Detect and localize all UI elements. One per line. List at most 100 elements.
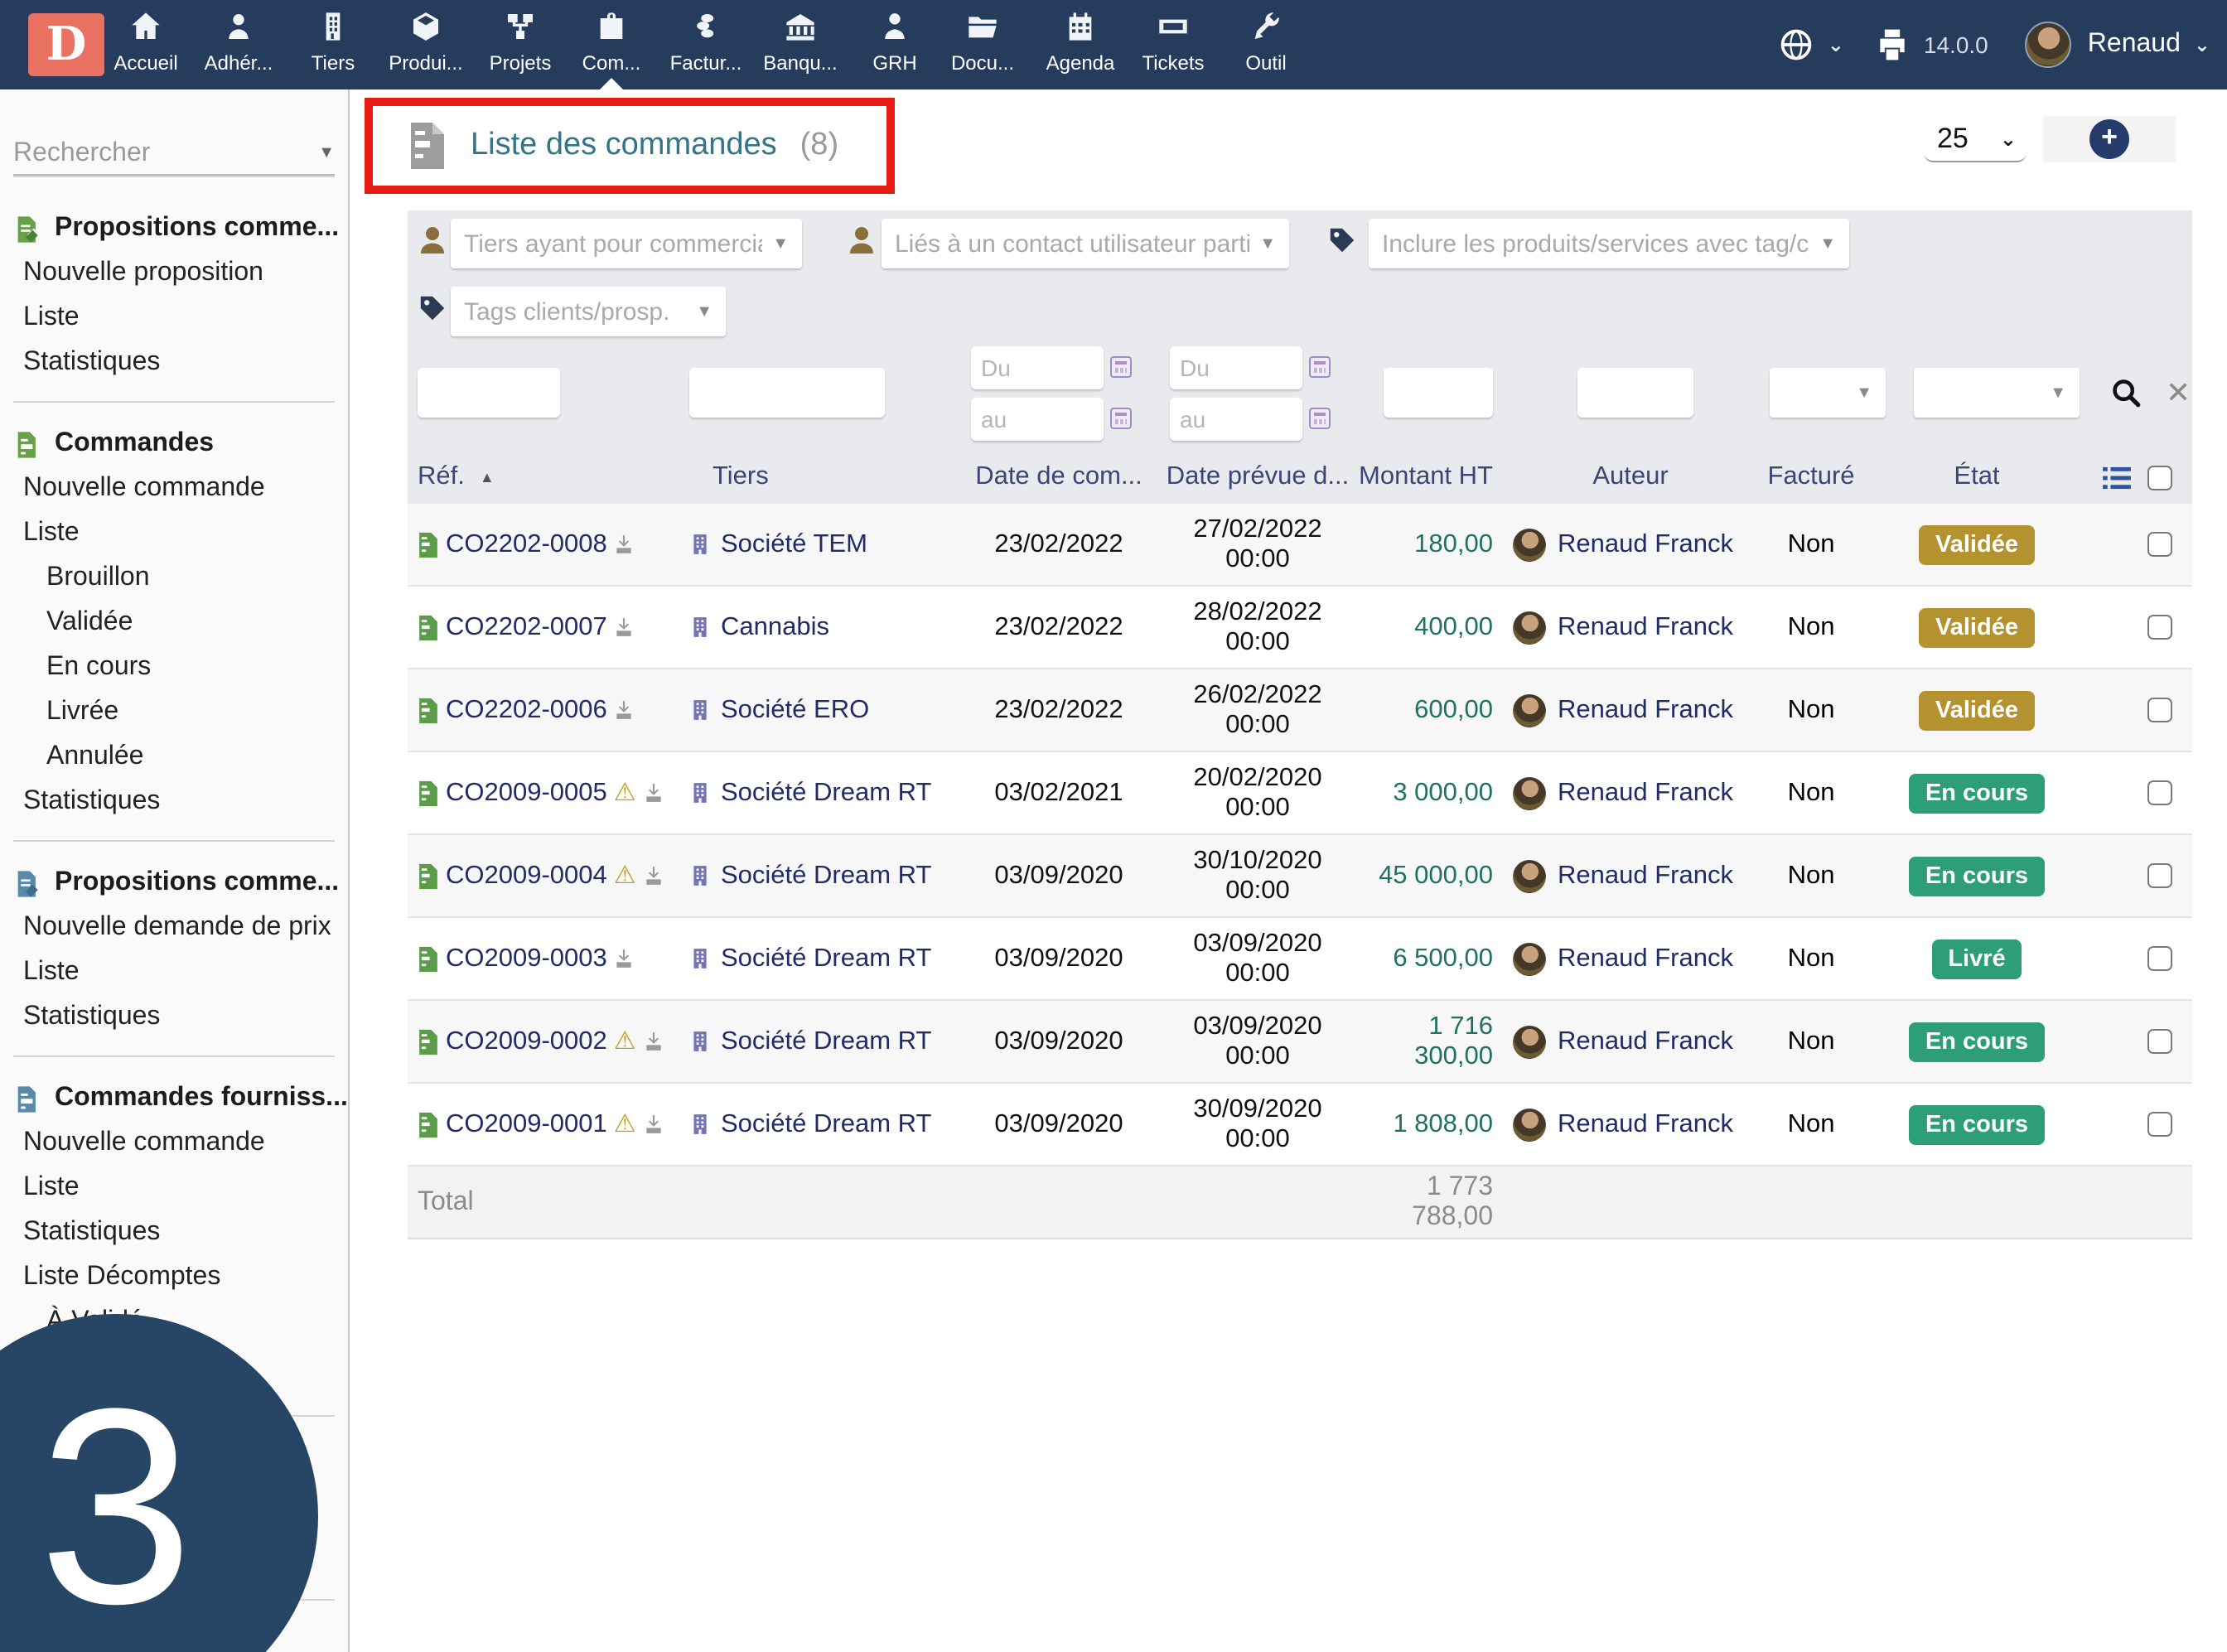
tab-commerce[interactable]: Com...	[563, 7, 659, 75]
sidebar-item-statistiques-fourn[interactable]: Statistiques	[0, 1210, 348, 1254]
sidebar-item-liste-demandes[interactable]: Liste	[0, 949, 348, 994]
sidebar-item-liste-commandes-fourn[interactable]: Liste	[0, 1165, 348, 1210]
user-menu-chevron-icon[interactable]: ⌄	[2194, 33, 2210, 56]
order-ref-link[interactable]: CO2009-0001	[446, 1109, 607, 1139]
column-header-date-order[interactable]: Date de com...	[959, 462, 1158, 492]
table-row[interactable]: CO2202-0006 Société ERO 23/02/2022 26/02…	[408, 669, 2192, 752]
order-ref-link[interactable]: CO2009-0004	[446, 861, 607, 891]
tab-grh[interactable]: GRH	[847, 7, 943, 75]
table-row[interactable]: CO2009-0003 Société Dream RT 03/09/2020 …	[408, 918, 2192, 1001]
language-globe-icon[interactable]	[1778, 27, 1814, 63]
tab-documents[interactable]: Docu...	[935, 7, 1031, 75]
clear-filters-icon[interactable]: ✕	[2166, 376, 2191, 411]
sidebar-item-liste-commandes[interactable]: Liste	[0, 510, 348, 555]
tab-banques[interactable]: Banqu...	[752, 7, 848, 75]
filter-date-delivery-from-input[interactable]	[1170, 346, 1302, 389]
column-header-date-delivery[interactable]: Date prévue d...	[1158, 462, 1357, 492]
tab-produits[interactable]: Produi...	[378, 7, 474, 75]
filter-ref-input[interactable]	[418, 368, 560, 418]
tab-outils[interactable]: Outil	[1218, 7, 1314, 75]
language-chevron-icon[interactable]: ⌄	[1828, 33, 1844, 56]
company-link[interactable]: Société TEM	[721, 529, 867, 559]
row-checkbox[interactable]	[2147, 946, 2172, 971]
sidebar-item-annulee[interactable]: Annulée	[0, 734, 348, 779]
select-all-checkbox[interactable]	[2147, 465, 2172, 490]
table-row[interactable]: CO2202-0007 Cannabis 23/02/2022 28/02/20…	[408, 587, 2192, 669]
sidebar-item-nouvelle-proposition[interactable]: Nouvelle proposition	[0, 250, 348, 295]
section-propositions-fournisseurs[interactable]: Propositions comme...	[0, 862, 348, 905]
sidebar-item-statistiques-demandes[interactable]: Statistiques	[0, 994, 348, 1039]
calendar-picker-icon[interactable]	[1309, 356, 1331, 378]
download-icon[interactable]	[643, 1113, 664, 1135]
calendar-picker-icon[interactable]	[1309, 408, 1331, 429]
download-icon[interactable]	[614, 534, 635, 555]
sidebar-search-input[interactable]: Rechercher ▼	[13, 133, 335, 176]
order-ref-link[interactable]: CO2009-0005	[446, 778, 607, 808]
page-size-select[interactable]: 25 ⌄	[1924, 116, 2027, 162]
column-header-ref[interactable]: Réf.▲	[408, 462, 686, 492]
column-header-billed[interactable]: Facturé	[1748, 462, 1874, 492]
tab-agenda[interactable]: Agenda	[1032, 7, 1128, 75]
user-avatar[interactable]	[2025, 22, 2071, 68]
filter-status-select[interactable]: ▼	[1914, 368, 2080, 418]
download-icon[interactable]	[614, 948, 635, 969]
section-commandes-fournisseurs[interactable]: Commandes fourniss...	[0, 1077, 348, 1120]
company-link[interactable]: Société Dream RT	[721, 861, 931, 891]
table-row[interactable]: CO2009-0005 ⚠ Société Dream RT 03/02/202…	[408, 752, 2192, 835]
author-link[interactable]: Renaud Franck	[1558, 1026, 1733, 1056]
column-header-status[interactable]: État	[1874, 462, 2080, 492]
table-row[interactable]: CO2009-0001 ⚠ Société Dream RT 03/09/202…	[408, 1084, 2192, 1167]
sidebar-item-liste-propositions[interactable]: Liste	[0, 295, 348, 340]
search-dropdown-chevron-icon[interactable]: ▼	[318, 144, 335, 162]
filter-product-tag-select[interactable]: Inclure les produits/services avec tag/c…	[1369, 219, 1849, 268]
table-row[interactable]: CO2009-0002 ⚠ Société Dream RT 03/09/202…	[408, 1001, 2192, 1084]
order-ref-link[interactable]: CO2202-0008	[446, 529, 607, 559]
filter-author-input[interactable]	[1577, 368, 1693, 418]
filter-tiers-input[interactable]	[689, 368, 885, 418]
tab-projets[interactable]: Projets	[472, 7, 568, 75]
filter-billed-select[interactable]: ▼	[1770, 368, 1886, 418]
order-ref-link[interactable]: CO2009-0002	[446, 1026, 607, 1056]
column-header-tiers[interactable]: Tiers	[686, 462, 959, 492]
filter-contact-select[interactable]: Liés à un contact utilisateur parti...▼	[882, 219, 1289, 268]
tab-tiers[interactable]: Tiers	[285, 7, 381, 75]
author-link[interactable]: Renaud Franck	[1558, 529, 1733, 559]
calendar-picker-icon[interactable]	[1110, 408, 1132, 429]
download-icon[interactable]	[643, 1031, 664, 1052]
calendar-picker-icon[interactable]	[1110, 356, 1132, 378]
tab-facturation[interactable]: Factur...	[658, 7, 754, 75]
sidebar-item-en-cours[interactable]: En cours	[0, 645, 348, 689]
column-options-list-icon[interactable]	[2103, 465, 2131, 490]
sidebar-item-nouvelle-commande[interactable]: Nouvelle commande	[0, 466, 348, 510]
row-checkbox[interactable]	[2147, 1112, 2172, 1137]
user-name[interactable]: Renaud	[2088, 30, 2181, 60]
filter-date-order-to-input[interactable]	[971, 398, 1104, 441]
tab-accueil[interactable]: Accueil	[98, 7, 194, 75]
company-link[interactable]: Société Dream RT	[721, 778, 931, 808]
company-link[interactable]: Société Dream RT	[721, 944, 931, 973]
download-icon[interactable]	[643, 782, 664, 804]
row-checkbox[interactable]	[2147, 532, 2172, 557]
download-icon[interactable]	[614, 699, 635, 721]
author-link[interactable]: Renaud Franck	[1558, 861, 1733, 891]
search-icon[interactable]	[2111, 378, 2142, 409]
column-header-amount[interactable]: Montant HT	[1357, 462, 1493, 492]
add-order-button[interactable]: +	[2089, 119, 2129, 159]
author-link[interactable]: Renaud Franck	[1558, 944, 1733, 973]
author-link[interactable]: Renaud Franck	[1558, 1109, 1733, 1139]
company-link[interactable]: Cannabis	[721, 612, 829, 642]
sidebar-item-nouvelle-demande-prix[interactable]: Nouvelle demande de prix	[0, 905, 348, 949]
column-header-author[interactable]: Auteur	[1493, 462, 1748, 492]
tab-tickets[interactable]: Tickets	[1125, 7, 1221, 75]
sidebar-item-livree[interactable]: Livrée	[0, 689, 348, 734]
order-ref-link[interactable]: CO2202-0007	[446, 612, 607, 642]
filter-commercial-select[interactable]: Tiers ayant pour commercial▼	[451, 219, 802, 268]
filter-date-delivery-to-input[interactable]	[1170, 398, 1302, 441]
print-icon[interactable]	[1874, 27, 1911, 63]
row-checkbox[interactable]	[2147, 698, 2172, 722]
row-checkbox[interactable]	[2147, 863, 2172, 888]
filter-date-order-from-input[interactable]	[971, 346, 1104, 389]
author-link[interactable]: Renaud Franck	[1558, 778, 1733, 808]
section-propositions-commerciales[interactable]: Propositions comme...	[0, 207, 348, 250]
table-row[interactable]: CO2202-0008 Société TEM 23/02/2022 27/02…	[408, 504, 2192, 587]
